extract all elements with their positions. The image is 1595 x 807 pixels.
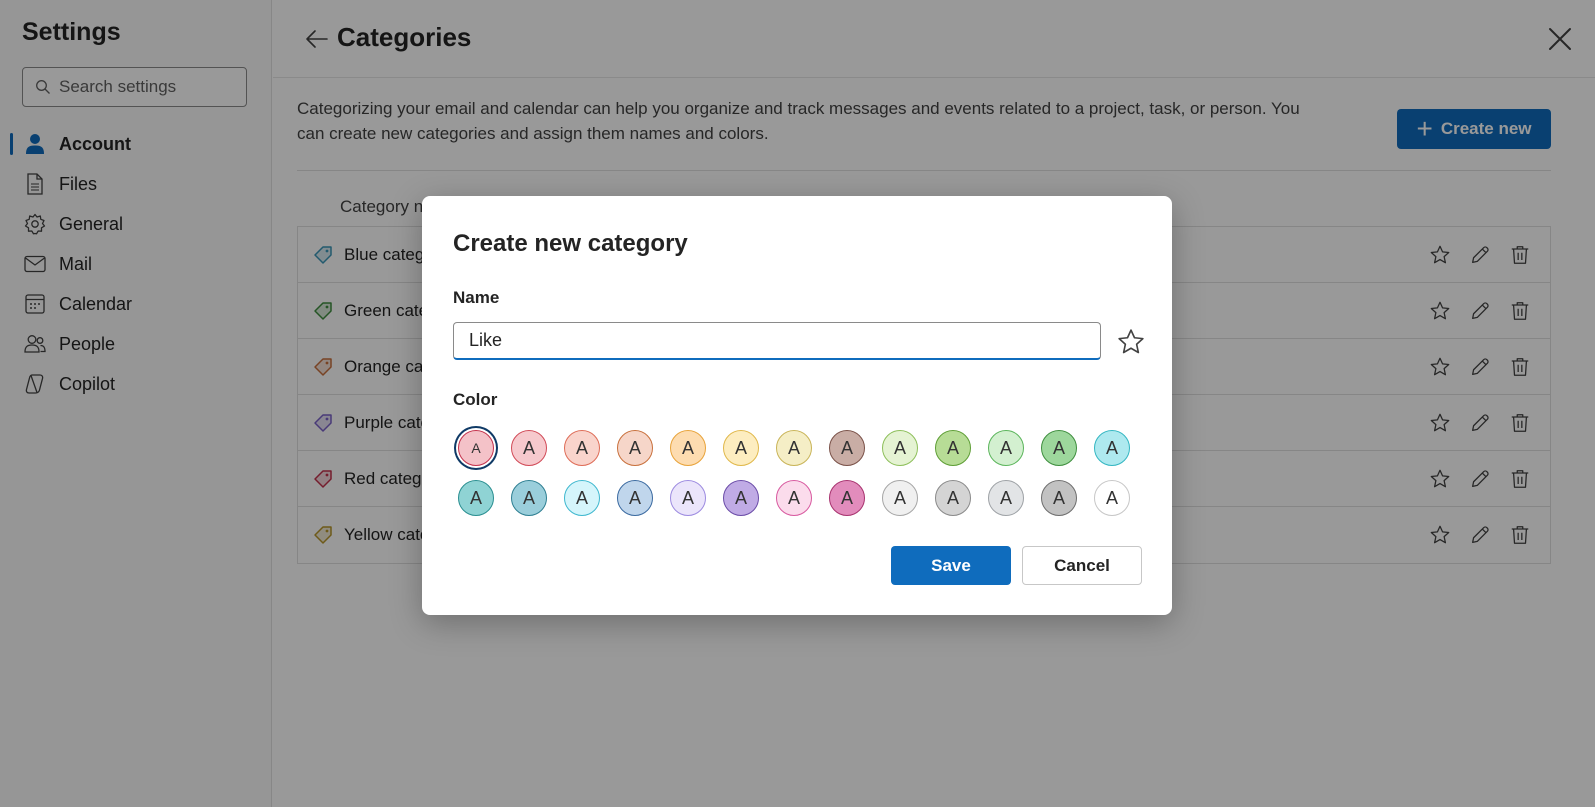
color-swatch[interactable]: A	[1041, 480, 1077, 516]
color-swatch[interactable]: A	[776, 430, 812, 466]
color-swatch[interactable]: A	[882, 480, 918, 516]
color-swatch[interactable]: A	[670, 480, 706, 516]
save-button[interactable]: Save	[891, 546, 1011, 585]
color-swatch[interactable]: A	[511, 430, 547, 466]
color-swatch[interactable]: A	[617, 480, 653, 516]
color-swatch-selected[interactable]: A	[458, 430, 494, 466]
color-swatch[interactable]: A	[829, 430, 865, 466]
color-swatch[interactable]: A	[988, 480, 1024, 516]
color-swatch[interactable]: A	[564, 480, 600, 516]
color-swatch[interactable]: A	[511, 480, 547, 516]
color-swatch[interactable]: A	[723, 480, 759, 516]
cancel-button[interactable]: Cancel	[1022, 546, 1142, 585]
color-swatch-grid: AAAAAAAAAAAAAAAAAAAAAAAAAA	[458, 430, 1138, 530]
color-swatch[interactable]: A	[458, 480, 494, 516]
color-swatch[interactable]: A	[829, 480, 865, 516]
swatch-row: AAAAAAAAAAAAA	[458, 480, 1138, 518]
color-swatch[interactable]: A	[723, 430, 759, 466]
dialog-title: Create new category	[453, 230, 688, 257]
color-swatch[interactable]: A	[670, 430, 706, 466]
color-swatch[interactable]: A	[882, 430, 918, 466]
color-swatch[interactable]: A	[988, 430, 1024, 466]
category-name-input[interactable]	[453, 322, 1101, 360]
color-swatch[interactable]: A	[1094, 430, 1130, 466]
name-label: Name	[453, 288, 500, 307]
color-swatch[interactable]: A	[1094, 480, 1130, 516]
color-swatch[interactable]: A	[1041, 430, 1077, 466]
create-category-dialog: Create new category Name Color AAAAAAAAA…	[422, 196, 1172, 615]
color-swatch[interactable]: A	[935, 430, 971, 466]
color-label: Color	[453, 390, 498, 409]
color-swatch[interactable]: A	[564, 430, 600, 466]
star-icon	[1118, 329, 1144, 354]
color-swatch[interactable]: A	[617, 430, 653, 466]
favorite-toggle-button[interactable]	[1115, 326, 1147, 358]
swatch-row: AAAAAAAAAAAAA	[458, 430, 1138, 468]
color-swatch[interactable]: A	[776, 480, 812, 516]
color-swatch[interactable]: A	[935, 480, 971, 516]
